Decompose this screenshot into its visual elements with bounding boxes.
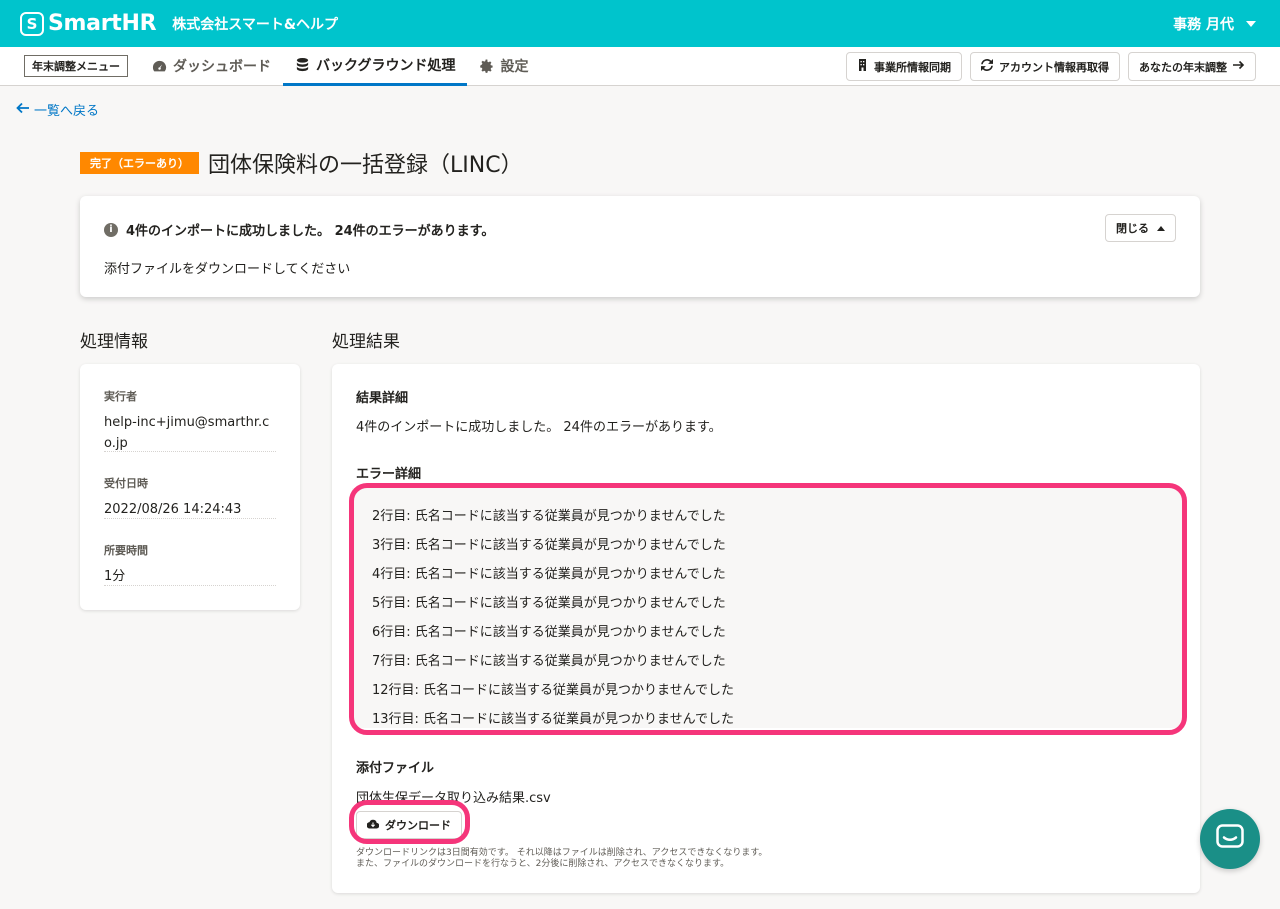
result-detail-text: 4件のインポートに成功しました。 24件のエラーがあります。	[356, 420, 722, 435]
info-item-duration: 所要時間 1分	[104, 542, 276, 586]
info-item-executor: 実行者 help-inc+jimu@smarthr.co.jp	[104, 388, 276, 452]
tab-background-jobs[interactable]: バックグラウンド処理	[283, 47, 468, 86]
page-title: 団体保険料の一括登録（LINC）	[208, 153, 523, 178]
refetch-account-button[interactable]: アカウント情報再取得	[970, 52, 1120, 81]
attachment-file-name: 団体生保データ取り込み結果.csv	[356, 791, 551, 806]
alert-close-button[interactable]: 閉じる	[1105, 214, 1176, 242]
refetch-account-label: アカウント情報再取得	[999, 60, 1109, 74]
attachment-heading: 添付ファイル	[356, 761, 435, 776]
tab-background-jobs-label: バックグラウンド処理	[316, 57, 456, 74]
user-menu[interactable]: 事務 月代	[1173, 0, 1256, 47]
download-button[interactable]: ダウンロード	[356, 811, 462, 839]
download-note-line-2: また、ファイルのダウンロードを行なうと、2分後に削除され、アクセスできなくなりま…	[356, 859, 730, 869]
info-item-received-at: 受付日時 2022/08/26 14:24:43	[104, 475, 276, 519]
error-item: 7行目: 氏名コードに該当する従業員が見つかりませんでした	[372, 654, 726, 669]
back-link-label: 一覧へ戻る	[34, 104, 100, 119]
my-year-end-button[interactable]: あなたの年末調整	[1128, 52, 1256, 81]
error-item: 3行目: 氏名コードに該当する従業員が見つかりませんでした	[372, 538, 726, 553]
year-end-menu-tag: 年末調整メニュー	[24, 55, 128, 77]
error-list-box[interactable]: 2行目: 氏名コードに該当する従業員が見つかりませんでした 3行目: 氏名コード…	[352, 488, 1182, 728]
caret-down-icon	[1246, 20, 1256, 27]
logo-text: SmartHR	[48, 11, 157, 36]
info-icon: i	[104, 222, 118, 237]
sync-office-button[interactable]: 事業所情報同期	[846, 52, 962, 81]
info-value: 1分	[104, 569, 126, 584]
status-badge: 完了（エラーあり）	[80, 152, 199, 174]
process-result-card: 結果詳細 4件のインポートに成功しました。 24件のエラーがあります。 エラー詳…	[332, 364, 1200, 893]
arrow-left-icon	[16, 102, 30, 118]
user-name: 事務 月代	[1173, 16, 1234, 33]
error-item: 5行目: 氏名コードに該当する従業員が見つかりませんでした	[372, 596, 726, 611]
info-value: help-inc+jimu@smarthr.co.jp	[104, 415, 270, 451]
my-year-end-label: あなたの年末調整	[1139, 60, 1227, 74]
arrow-right-icon	[1233, 60, 1245, 73]
back-to-list-link[interactable]: 一覧へ戻る	[16, 100, 99, 119]
info-label: 受付日時	[104, 477, 148, 490]
app-header: S SmartHR 株式会社スマート&ヘルプ 事務 月代	[0, 0, 1280, 47]
database-icon	[295, 57, 310, 72]
process-info-card: 実行者 help-inc+jimu@smarthr.co.jp 受付日時 202…	[80, 364, 300, 610]
tab-dashboard[interactable]: ダッシュボード	[140, 47, 283, 86]
error-item: 6行目: 氏名コードに該当する従業員が見つかりませんでした	[372, 625, 726, 640]
nav-action-buttons: 事業所情報同期 アカウント情報再取得 あなたの年末調整	[846, 52, 1256, 81]
sync-icon	[981, 59, 993, 74]
tab-settings-label: 設定	[500, 59, 529, 75]
chat-icon	[1216, 824, 1244, 854]
smarthr-logo[interactable]: S SmartHR	[20, 11, 157, 36]
info-section-heading: 処理情報	[80, 332, 148, 352]
download-label: ダウンロード	[385, 819, 451, 832]
chat-support-button[interactable]	[1200, 809, 1260, 869]
logo-mark-icon: S	[20, 11, 44, 36]
alert-body: 添付ファイルをダウンロードしてください	[104, 262, 351, 277]
sub-navigation: 年末調整メニュー ダッシュボード バックグラウンド処理 設定 事業所情報同期 ア…	[0, 47, 1280, 86]
building-icon	[857, 59, 868, 74]
result-detail-heading: 結果詳細	[356, 391, 409, 406]
error-item: 13行目: 氏名コードに該当する従業員が見つかりませんでした	[372, 712, 735, 727]
company-name: 株式会社スマート&ヘルプ	[172, 16, 339, 33]
alert-message: 4件のインポートに成功しました。 24件のエラーがあります。	[126, 224, 495, 239]
alert-close-label: 閉じる	[1116, 222, 1149, 235]
caret-up-icon	[1157, 225, 1165, 231]
download-note: ダウンロードリンクは3日間有効です。 それ以降はファイルは削除され、アクセスでき…	[356, 848, 767, 870]
error-detail-heading: エラー詳細	[356, 467, 422, 482]
error-list: 2行目: 氏名コードに該当する従業員が見つかりませんでした 3行目: 氏名コード…	[352, 488, 1182, 728]
info-label: 実行者	[104, 390, 137, 403]
cloud-download-icon	[366, 819, 380, 832]
info-label: 所要時間	[104, 544, 148, 557]
dashboard-icon	[152, 59, 167, 74]
error-item: 2行目: 氏名コードに該当する従業員が見つかりませんでした	[372, 509, 726, 524]
tab-dashboard-label: ダッシュボード	[173, 59, 271, 75]
info-value: 2022/08/26 14:24:43	[104, 502, 242, 517]
result-section-heading: 処理結果	[332, 332, 400, 352]
tab-settings[interactable]: 設定	[467, 47, 540, 86]
alert-header: i 4件のインポートに成功しました。 24件のエラーがあります。	[104, 220, 494, 239]
error-item: 12行目: 氏名コードに該当する従業員が見つかりませんでした	[372, 683, 735, 698]
sync-office-label: 事業所情報同期	[874, 60, 951, 74]
gear-icon	[479, 58, 494, 74]
result-alert: i 4件のインポートに成功しました。 24件のエラーがあります。 添付ファイルを…	[80, 196, 1200, 297]
download-note-line-1: ダウンロードリンクは3日間有効です。 それ以降はファイルは削除され、アクセスでき…	[356, 848, 768, 858]
error-item: 4行目: 氏名コードに該当する従業員が見つかりませんでした	[372, 567, 726, 582]
page-title-row: 完了（エラーあり） 団体保険料の一括登録（LINC）	[80, 147, 523, 179]
